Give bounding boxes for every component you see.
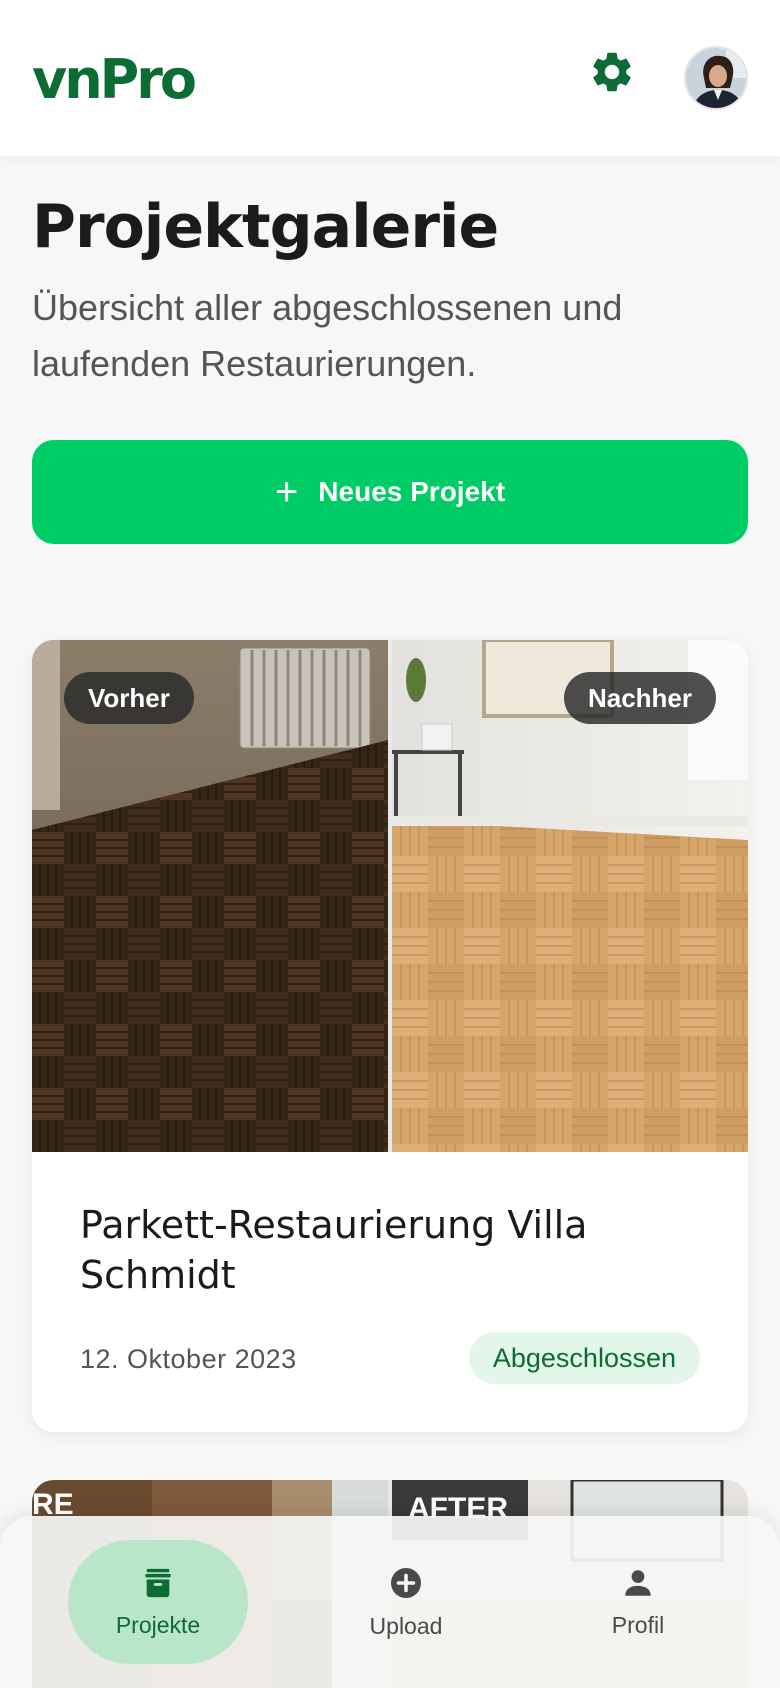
page-title: Projektgalerie xyxy=(32,192,499,262)
project-card[interactable]: Vorher Nachher Parkett-Restaurierung Vil… xyxy=(32,640,748,1432)
project-date: 12. Oktober 2023 xyxy=(80,1344,297,1374)
bottom-navigation: Projekte Upload Profil xyxy=(0,1516,780,1688)
page-subtitle: Übersicht aller abgeschlossenen und lauf… xyxy=(32,287,623,384)
plus-icon: + xyxy=(274,470,299,514)
after-label: Nachher xyxy=(563,672,716,724)
new-project-button[interactable]: + Neues Projekt xyxy=(32,440,748,544)
gear-icon[interactable] xyxy=(588,48,636,96)
project-title: Parkett-Restaurierung Villa Schmidt xyxy=(80,1203,588,1297)
app-logo[interactable]: vnPro xyxy=(32,48,197,111)
nav-item-upload[interactable]: Upload xyxy=(316,1540,496,1664)
add-circle-icon xyxy=(391,1567,421,1598)
nav-label-projects: Projekte xyxy=(115,1611,201,1638)
nav-label-upload: Upload xyxy=(369,1612,443,1639)
nav-item-projects[interactable]: Projekte xyxy=(68,1540,248,1664)
before-after-image: Vorher Nachher xyxy=(32,640,748,1152)
person-icon xyxy=(625,1569,651,1596)
nav-item-profile[interactable]: Profil xyxy=(548,1540,728,1664)
status-badge: Abgeschlossen xyxy=(468,1332,700,1384)
archive-icon xyxy=(145,1568,171,1597)
new-project-label: Neues Projekt xyxy=(318,476,506,507)
app-header: vnPro xyxy=(0,0,780,156)
before-label: Vorher xyxy=(64,672,194,724)
nav-label-profile: Profil xyxy=(611,1611,665,1638)
user-avatar[interactable] xyxy=(684,46,748,110)
